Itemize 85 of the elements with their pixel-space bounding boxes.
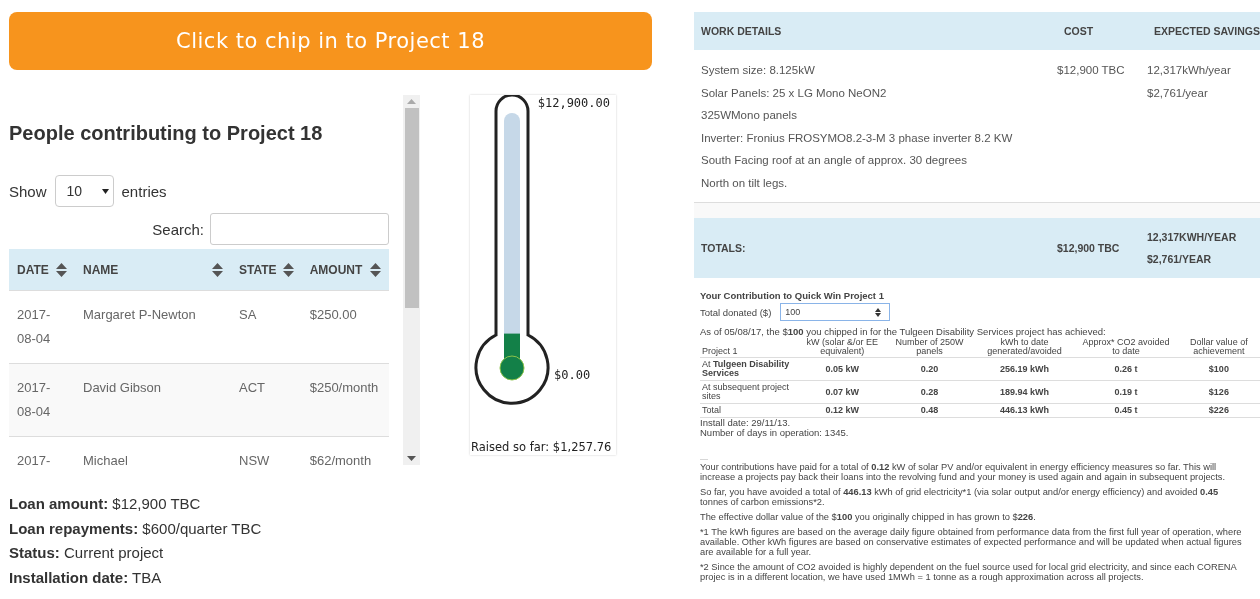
table-cell: Total: [700, 403, 794, 418]
table-cell: Michael: [75, 436, 231, 465]
table-cell: 0.12 kW: [794, 403, 891, 418]
table-cell: 0.07 kW: [794, 380, 891, 404]
work-detail: 325WMono panels: [701, 108, 798, 123]
totals-label: TOTALS:: [700, 242, 747, 254]
table-cell: 0.48: [890, 403, 969, 418]
column-header[interactable]: STATE: [231, 249, 302, 291]
scroll-up-icon[interactable]: [407, 99, 416, 104]
column-header: COST: [1063, 25, 1095, 37]
sort-icon: [212, 262, 223, 277]
column-header: EXPECTED SAVINGS: [1153, 25, 1260, 37]
table-cell: $226: [1171, 403, 1260, 418]
totals-cost: $12,900 TBC: [1057, 242, 1121, 254]
paragraph: *2 Since the amount of CO2 avoided is highly dependent on the fuel source used for local grid electricity, and since each CORENA projec is in a different location, we have used 1MWh = 1 tonne as a rough approximation across all projects.: [700, 562, 1238, 582]
search-label: Search:: [152, 220, 204, 238]
contribution-title: Your Contribution to Quick Win Project 1: [700, 290, 885, 301]
column-header: kWh to date generated/avoided: [968, 337, 1081, 358]
table-cell: At Tulgeen Disability Services: [700, 357, 794, 381]
table-cell: NSW: [231, 436, 302, 465]
entries-label: entries: [121, 182, 167, 200]
table-cell: $250/month: [301, 363, 389, 437]
savings-value: $2,761/year: [1147, 85, 1209, 100]
column-header[interactable]: NAME: [75, 249, 231, 291]
table-cell: 0.26 t: [1080, 357, 1172, 381]
paragraph: *1 The kWh figures are based on the average daily figure obtained from performance data from the first full year of operation, where available. Other kWh figures are based on conservative estimates of expected performance and will be updated when actual figures are available for a full year.: [700, 527, 1243, 557]
column-header: kW (solar &/or EE equivalent): [794, 337, 891, 358]
sort-icon: [370, 262, 381, 277]
caret-icon: [102, 188, 110, 194]
table-cell: 0.20: [890, 357, 969, 381]
table-cell: ACT: [231, 363, 302, 437]
install-date: Install date: 29/11/13.: [700, 418, 792, 428]
totals-savings: 12,317KWH/YEAR: [1147, 229, 1238, 244]
cost-value: $12,900 TBC: [1057, 63, 1126, 78]
donated-label: Total donated ($): [700, 306, 772, 318]
table-cell: 256.19 kWh: [968, 357, 1081, 381]
table-cell: 189.94 kWh: [968, 380, 1081, 404]
work-detail: North on tilt legs.: [701, 175, 789, 190]
sort-icon: [56, 262, 67, 277]
max-value-label: $12,900.00: [537, 96, 610, 110]
paragraph: Your contributions have paid for a total of 0.12 kW of solar PV and/or equivalent in energy efficiency measures so far. This will increase a projects pay back their loans into the revolving fund and your money is used again and again in subsequent projects.: [700, 462, 1227, 482]
column-header: Dollar value of achievement: [1171, 337, 1260, 358]
loan-detail: Status: Current project: [9, 543, 165, 563]
table-cell: 2017-: [9, 436, 75, 465]
work-detail: Inverter: Fronius FROSYMO8.2-3-M 3 phase inverter 8.2 KW: [701, 130, 1014, 145]
scrollbar-thumb[interactable]: [404, 108, 419, 308]
work-detail: Solar Panels: 25 x LG Mono NeON2: [701, 85, 888, 100]
table-cell: David Gibson: [75, 363, 231, 437]
scroll-down-icon[interactable]: [407, 456, 416, 461]
raised-total: Raised so far: $1,257.76: [471, 440, 612, 454]
work-detail: System size: 8.125kW: [701, 63, 816, 78]
table-cell: 2017-08-04: [9, 363, 75, 437]
paragraph: So far, you have avoided a total of 446.13 kWh of grid electricity*1 (via solar output and/or energy efficiency) and avoided 0.45 tonnes of carbon emissions*2.: [700, 487, 1220, 507]
min-value-label: $0.00: [554, 368, 591, 382]
table-cell: 0.05 kW: [794, 357, 891, 381]
show-label: Show: [9, 182, 47, 200]
table-cell: 0.45 t: [1080, 403, 1172, 418]
table-cell: 0.19 t: [1080, 380, 1172, 404]
scrollbar[interactable]: [403, 95, 420, 465]
table-cell: $100: [1171, 357, 1260, 381]
paragraph: The effective dollar value of the $100 you originally chipped in has grown to $226.: [700, 512, 1037, 522]
column-header: Number of 250W panels: [890, 337, 969, 358]
column-header: Approx* CO2 avoided to date: [1080, 337, 1172, 358]
spinner-icon: [875, 307, 882, 317]
sort-icon: [282, 262, 294, 277]
loan-detail: Installation date: TBA: [9, 567, 163, 588]
column-header[interactable]: AMOUNT: [301, 249, 389, 291]
loan-detail: Loan repayments: $600/quarter TBC: [9, 518, 263, 539]
days-in-operation: Number of days in operation: 1345.: [700, 428, 850, 438]
page-size-select[interactable]: 10: [54, 175, 114, 207]
totals-savings: $2,761/YEAR: [1147, 252, 1213, 267]
intro-text: As of 05/08/17, the $100 you chipped in for the Tulgeen Disability Services project has achieved:: [700, 326, 1107, 337]
loan-detail: Loan amount: $12,900 TBC: [9, 494, 202, 514]
column-header: Project 1: [700, 337, 794, 358]
search-field[interactable]: [210, 213, 389, 245]
savings-value: 12,317kWh/year: [1147, 63, 1232, 78]
table-cell: At subsequent project sites: [700, 380, 794, 404]
donated-input[interactable]: 100: [780, 303, 891, 321]
column-header: WORK DETAILS: [700, 25, 783, 37]
column-header[interactable]: DATE: [9, 249, 75, 291]
table-cell: $126: [1171, 380, 1260, 404]
table-cell: 446.13 kWh: [968, 403, 1081, 418]
work-detail: South Facing roof at an angle of approx. 30 degrees: [701, 153, 968, 168]
section-title: People contributing to Project 18: [9, 122, 324, 145]
table-cell: 0.28: [890, 380, 969, 404]
